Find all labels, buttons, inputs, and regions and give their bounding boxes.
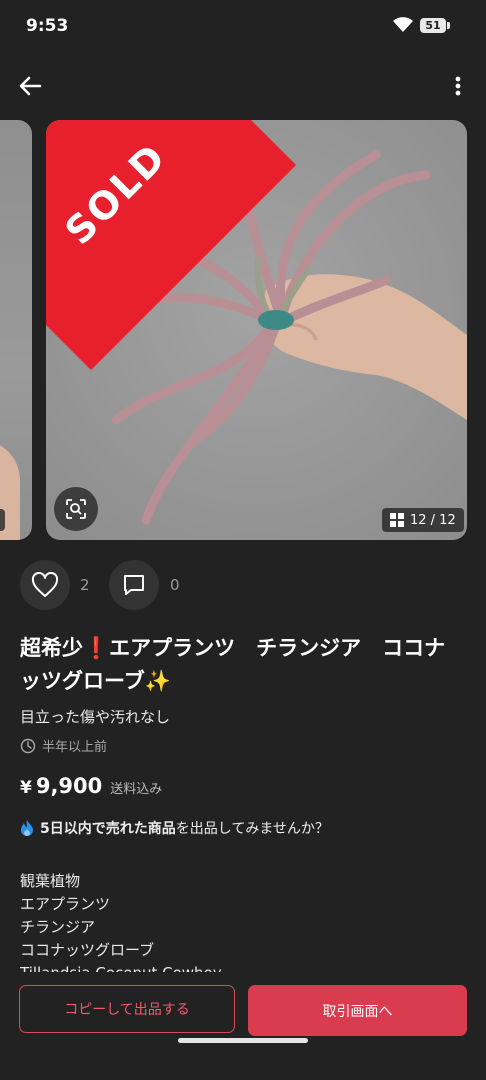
description-line: ココナッツグローブ	[20, 941, 155, 959]
image-counter-text: 12 / 12	[410, 512, 456, 528]
status-bar: 9:53 51	[0, 0, 486, 54]
battery-tip	[447, 22, 450, 29]
copy-listing-button[interactable]: コピーして出品する	[19, 985, 235, 1033]
action-row: 2 0	[20, 560, 320, 610]
comment-icon	[124, 575, 144, 595]
posted-time: 半年以上前	[20, 736, 107, 755]
description-line: チランジア	[20, 918, 96, 936]
description-line: 観葉植物	[20, 872, 81, 890]
promo-bold-text: 5日以内で売れた商品	[40, 821, 176, 837]
gallery-prev-image[interactable]: 12	[0, 120, 32, 540]
item-description: 観葉植物 エアプランツ チランジア ココナッツグローブ Tillandsia C…	[20, 870, 466, 972]
description-line: エアプランツ	[20, 895, 111, 913]
item-title: 超希少❗️エアプランツ チランジア ココナッツグローブ✨	[20, 636, 446, 693]
home-indicator[interactable]	[178, 1038, 308, 1043]
grid-icon	[390, 513, 404, 527]
battery-level: 51	[425, 19, 441, 32]
promo-banner[interactable]: 5日以内で売れた商品を出品してみませんか？	[20, 818, 329, 838]
trade-screen-button[interactable]: 取引画面へ	[248, 985, 467, 1036]
fire-icon	[21, 820, 33, 836]
image-counter[interactable]: 12 / 12	[382, 508, 464, 532]
image-search-button[interactable]	[54, 487, 98, 531]
price-symbol: ¥	[20, 778, 32, 798]
clock-icon	[20, 738, 36, 753]
promo-text: を出品してみませんか？	[175, 821, 329, 837]
battery-indicator: 51	[420, 18, 446, 33]
like-button[interactable]	[20, 560, 70, 610]
comment-button[interactable]	[109, 560, 159, 610]
posted-time-text: 半年以上前	[42, 740, 108, 755]
image-search-icon	[66, 499, 86, 519]
heart-icon	[31, 572, 59, 597]
prev-image-counter: 12	[0, 509, 5, 531]
wifi-icon	[393, 17, 413, 32]
more-vertical-icon[interactable]	[446, 72, 470, 100]
gallery-main-image[interactable]: SOLD 12 / 12	[46, 120, 467, 540]
description-line: Tillandsia Coconut Cowboy	[20, 962, 466, 972]
back-arrow-icon[interactable]	[16, 72, 44, 100]
comment-count: 0	[170, 576, 180, 594]
price-amount: 9,900	[35, 774, 103, 798]
bottom-action-bar: コピーして出品する 取引画面へ	[0, 972, 486, 1080]
item-condition: 目立った傷や汚れなし	[20, 708, 171, 726]
status-time: 9:53	[26, 16, 69, 36]
shipping-label: 送料込み	[110, 782, 163, 797]
price-row: ¥ 9,900 送料込み	[20, 774, 162, 798]
like-count: 2	[80, 576, 90, 594]
